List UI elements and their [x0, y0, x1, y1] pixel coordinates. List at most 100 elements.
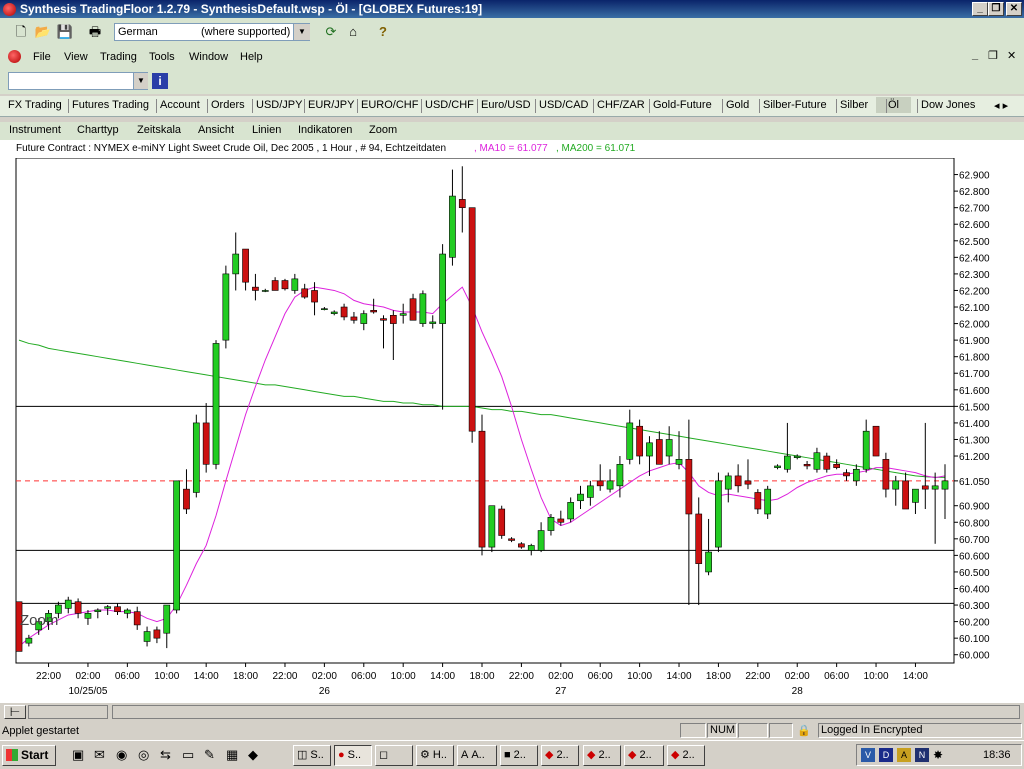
- x-tick-label: 06:00: [824, 671, 849, 682]
- candle-body: [183, 488, 190, 510]
- scrollbar-left[interactable]: [28, 705, 108, 719]
- tray-app-icon[interactable]: ✸: [933, 748, 943, 762]
- chart-menu-charttyp[interactable]: Charttyp: [77, 124, 119, 136]
- chart-menu-zoom[interactable]: Zoom: [369, 124, 397, 136]
- tab-8[interactable]: Euro/USD: [481, 99, 531, 111]
- task-icon: ●: [338, 749, 345, 761]
- tab-scroll-arrows-icon[interactable]: ◂ ▸: [994, 99, 1008, 112]
- candle-body: [74, 601, 82, 614]
- child-minimize-button[interactable]: _: [972, 49, 978, 61]
- language-select[interactable]: German (where supported) ▼: [114, 23, 310, 41]
- print-icon[interactable]: 🖶: [86, 23, 104, 41]
- taskbar-task[interactable]: ◆ 2..: [667, 745, 705, 766]
- tray-n-icon[interactable]: N: [915, 748, 929, 762]
- candle-body: [813, 452, 821, 470]
- chart-menu-indikatoren[interactable]: Indikatoren: [298, 124, 352, 136]
- candle-body: [104, 606, 112, 609]
- candle-body: [941, 480, 949, 490]
- desktop-icon[interactable]: ▣: [72, 747, 84, 763]
- tab-14[interactable]: Silber: [840, 99, 868, 111]
- browser-icon[interactable]: ◉: [116, 747, 127, 763]
- child-restore-button[interactable]: ❐: [988, 49, 998, 62]
- tab-4[interactable]: USD/JPY: [256, 99, 302, 111]
- tray-a-icon[interactable]: A: [897, 748, 911, 762]
- tab-6[interactable]: EURO/CHF: [361, 99, 418, 111]
- close-button[interactable]: ✕: [1006, 2, 1022, 16]
- chart-icon[interactable]: ▦: [226, 747, 238, 763]
- tab-1[interactable]: Futures Trading: [72, 99, 149, 111]
- candle-body: [912, 488, 919, 503]
- menu-trading[interactable]: Trading: [100, 51, 137, 63]
- menu-tools[interactable]: Tools: [149, 51, 175, 63]
- save-icon[interactable]: 💾: [56, 23, 74, 41]
- chart-menu-linien[interactable]: Linien: [252, 124, 281, 136]
- chart-menu: Instrument Charttyp Zeitskala Ansicht Li…: [0, 122, 1024, 140]
- tab-12[interactable]: Gold: [726, 99, 749, 111]
- tab-11[interactable]: Gold-Future: [653, 99, 712, 111]
- app-icon[interactable]: ◆: [248, 747, 258, 763]
- task-icon: ◻: [379, 749, 389, 761]
- tools-icon[interactable]: ✎: [204, 747, 215, 763]
- menu-view[interactable]: View: [64, 51, 88, 63]
- tab-5[interactable]: EUR/JPY: [308, 99, 354, 111]
- chevron-down-icon[interactable]: ▼: [133, 73, 148, 89]
- taskbar-task[interactable]: ◆ 2..: [583, 745, 621, 766]
- taskbar-task[interactable]: ● S..: [334, 745, 372, 766]
- candle-body: [498, 508, 506, 536]
- chart-menu-instrument[interactable]: Instrument: [9, 124, 61, 136]
- media-icon[interactable]: ◎: [138, 747, 149, 763]
- candle-body: [222, 273, 230, 341]
- tab-15[interactable]: Öl: [876, 97, 911, 113]
- outlook-icon[interactable]: ✉: [94, 747, 105, 763]
- start-button[interactable]: Start: [2, 745, 56, 766]
- tab-2[interactable]: Account: [160, 99, 200, 111]
- home-icon[interactable]: ⌂: [344, 23, 362, 41]
- chevron-down-icon[interactable]: ▼: [293, 24, 310, 40]
- open-folder-icon[interactable]: 📂: [34, 23, 52, 41]
- tab-7[interactable]: USD/CHF: [425, 99, 474, 111]
- taskbar-task[interactable]: ⚙ H..: [416, 745, 454, 766]
- menu-window[interactable]: Window: [189, 51, 228, 63]
- chart-menu-ansicht[interactable]: Ansicht: [198, 124, 234, 136]
- taskbar-task[interactable]: ◆ 2..: [624, 745, 664, 766]
- folder-icon[interactable]: ▭: [182, 747, 194, 763]
- tab-9[interactable]: USD/CAD: [539, 99, 589, 111]
- split-icon[interactable]: ⊢: [4, 705, 26, 719]
- info-icon[interactable]: i: [152, 73, 168, 89]
- new-file-icon[interactable]: 🗋: [12, 23, 30, 41]
- y-tick-label: 60.900: [959, 502, 990, 513]
- refresh-icon[interactable]: ⟳: [322, 23, 340, 41]
- taskbar-task[interactable]: A A..: [457, 745, 497, 766]
- help-icon[interactable]: ?: [374, 23, 392, 41]
- chart-area[interactable]: 62.900 62.800 62.700 62.600 62.500 62.400 62.3…: [0, 157, 1024, 703]
- network-icon[interactable]: ⇆: [160, 747, 171, 763]
- taskbar-task[interactable]: ◻: [375, 745, 413, 766]
- menu-help[interactable]: Help: [240, 51, 263, 63]
- tray-vs-icon[interactable]: V: [861, 748, 875, 762]
- taskbar-task[interactable]: ◫ S..: [293, 745, 331, 766]
- taskbar-task[interactable]: ■ 2..: [500, 745, 538, 766]
- document-icon[interactable]: [8, 50, 21, 63]
- tab-3[interactable]: Orders: [211, 99, 245, 111]
- minimize-button[interactable]: _: [972, 2, 988, 16]
- candle-body: [626, 422, 634, 460]
- tab-10[interactable]: CHF/ZAR: [597, 99, 645, 111]
- instrument-select[interactable]: ▼: [8, 72, 148, 90]
- taskbar-task[interactable]: ◆ 2..: [541, 745, 579, 766]
- x-tick-label: 14:00: [667, 671, 692, 682]
- tray-dc-icon[interactable]: D: [879, 748, 893, 762]
- status-message: Applet gestartet: [2, 725, 80, 737]
- price-chart[interactable]: 62.900 62.800 62.700 62.600 62.500 62.400 62.3…: [0, 157, 1024, 703]
- tab-16[interactable]: Dow Jones: [921, 99, 975, 111]
- candle-body: [439, 253, 446, 324]
- tab-13[interactable]: Silber-Future: [763, 99, 827, 111]
- task-label: 2..: [639, 749, 652, 761]
- menu-file[interactable]: File: [33, 51, 51, 63]
- restore-button[interactable]: ❐: [988, 2, 1004, 16]
- scrollbar-track[interactable]: [112, 705, 1020, 719]
- chart-menu-zeitskala[interactable]: Zeitskala: [137, 124, 181, 136]
- app-icon[interactable]: [3, 3, 16, 16]
- child-close-button[interactable]: ✕: [1007, 49, 1016, 62]
- candle-body: [488, 505, 496, 548]
- tab-0[interactable]: FX Trading: [8, 99, 62, 111]
